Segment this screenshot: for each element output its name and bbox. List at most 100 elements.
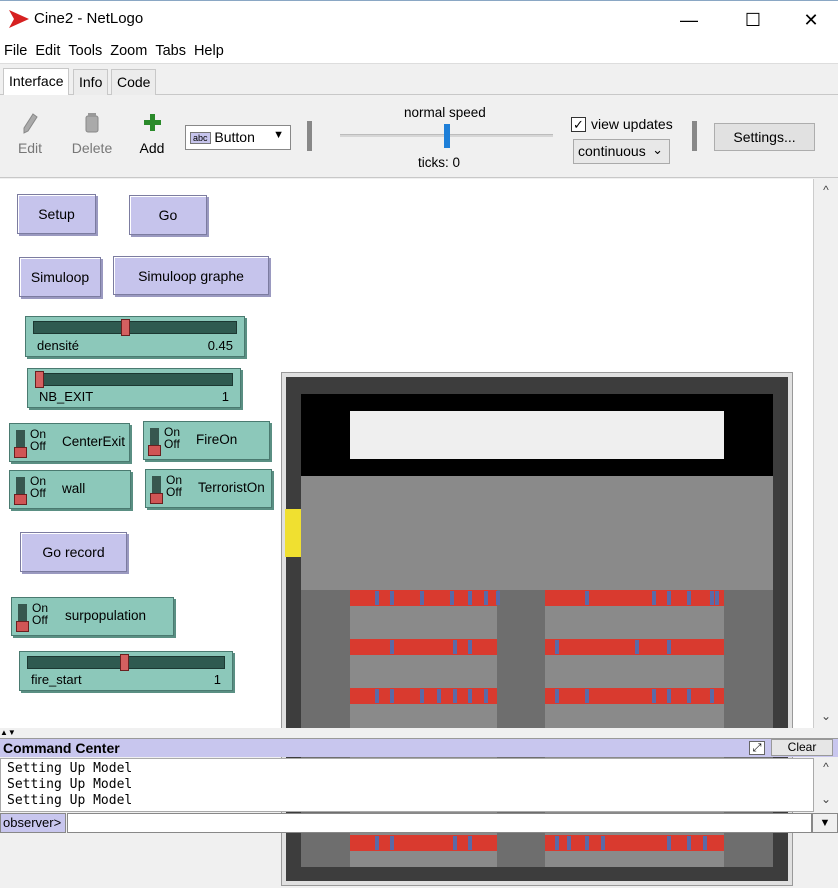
person-agent — [667, 689, 671, 703]
edit-label: Edit — [17, 140, 43, 156]
title-bar: Cine2 - NetLogo — ☐ ✕ — [0, 0, 838, 38]
edit-tool[interactable]: Edit — [7, 112, 53, 156]
command-input[interactable] — [67, 813, 812, 833]
menu-bar: File Edit Tools Zoom Tabs Help — [0, 38, 838, 64]
exit-door — [285, 509, 301, 557]
person-agent — [710, 591, 714, 605]
person-agent — [667, 640, 671, 654]
switch-handle[interactable] — [16, 621, 29, 632]
switch-name: TerroristOn — [198, 480, 265, 495]
delete-tool[interactable]: Delete — [69, 112, 115, 156]
switch-handle[interactable] — [14, 447, 27, 458]
clear-button[interactable]: Clear — [771, 739, 833, 756]
command-center-header: Command Center ⤢ Clear — [0, 738, 838, 757]
tab-code[interactable]: Code — [111, 69, 157, 95]
scroll-down-icon[interactable]: ⌄ — [814, 792, 838, 806]
settings-button[interactable]: Settings... — [714, 123, 815, 151]
person-agent — [567, 836, 571, 850]
switch-name: surpopulation — [65, 608, 147, 623]
window-title: Cine2 - NetLogo — [34, 10, 144, 27]
simuloop-button[interactable]: Simuloop — [19, 257, 101, 297]
scroll-down-icon[interactable]: ⌄ — [814, 709, 838, 723]
person-agent — [585, 689, 589, 703]
speed-label: normal speed — [404, 105, 486, 120]
surpopulation-switch[interactable]: On Off surpopulation — [11, 597, 174, 636]
switch-handle[interactable] — [150, 493, 163, 504]
fire-on-switch[interactable]: On Off FireOn — [143, 421, 270, 460]
nb-exit-slider[interactable]: NB_EXIT 1 — [27, 368, 241, 408]
go-button[interactable]: Go — [129, 195, 207, 235]
tab-strip: Interface Info Code — [0, 64, 838, 95]
menu-zoom[interactable]: Zoom — [106, 38, 151, 59]
output-line: Setting Up Model — [7, 793, 133, 808]
person-agent — [468, 640, 472, 654]
switch-name: CenterExit — [62, 434, 126, 449]
switch-off-label: Off — [166, 485, 182, 499]
interface-scrollbar[interactable]: ^ ⌄ — [814, 179, 838, 728]
add-tool[interactable]: Add — [129, 112, 175, 156]
netlogo-logo-icon — [9, 10, 29, 31]
update-mode-value: continuous — [578, 143, 646, 159]
person-agent — [710, 689, 714, 703]
center-exit-switch[interactable]: On Off CenterExit — [9, 423, 130, 462]
minimize-button[interactable]: — — [666, 1, 712, 39]
chevron-down-icon[interactable]: ▼ — [812, 813, 838, 833]
widget-type-select[interactable]: abc Button ▼ — [185, 125, 291, 150]
view-updates-checkbox[interactable]: ✓ — [571, 117, 586, 132]
person-agent — [667, 836, 671, 850]
slider-knob[interactable] — [120, 319, 130, 336]
expand-icon[interactable]: ⤢ — [749, 741, 765, 755]
update-mode-select[interactable]: continuous ⌄ — [573, 139, 670, 164]
setup-button[interactable]: Setup — [17, 194, 96, 234]
person-agent — [585, 591, 589, 605]
tab-info[interactable]: Info — [73, 69, 109, 95]
person-agent — [375, 836, 379, 850]
seat-row — [545, 688, 724, 704]
slider-name: densité — [37, 338, 79, 353]
densite-slider[interactable]: densité 0.45 — [25, 316, 245, 357]
switch-off-label: Off — [30, 486, 46, 500]
close-button[interactable]: ✕ — [788, 1, 834, 39]
switch-name: FireOn — [196, 432, 238, 447]
person-agent — [635, 640, 639, 654]
person-agent — [468, 689, 472, 703]
slider-track — [35, 373, 233, 386]
chevron-down-icon: ⌄ — [652, 142, 663, 157]
seat-row — [545, 639, 724, 655]
person-agent — [390, 591, 394, 605]
speed-slider-thumb[interactable] — [443, 124, 450, 148]
output-scrollbar[interactable]: ^ ⌄ — [814, 758, 838, 812]
slider-knob[interactable] — [35, 371, 44, 388]
person-agent — [453, 836, 457, 850]
toolbar: Edit Delete Add abc Button ▼ normal spee… — [0, 96, 838, 178]
fire-start-slider[interactable]: fire_start 1 — [19, 651, 233, 691]
person-agent — [468, 836, 472, 850]
wall-switch[interactable]: On Off wall — [9, 470, 131, 509]
go-record-button[interactable]: Go record — [20, 532, 127, 572]
menu-help[interactable]: Help — [190, 38, 228, 59]
chevron-down-icon: ▼ — [273, 129, 284, 141]
slider-knob[interactable] — [119, 654, 129, 671]
observer-prompt[interactable]: observer> — [0, 813, 66, 833]
menu-file[interactable]: File — [0, 38, 31, 59]
simuloop-graphe-button[interactable]: Simuloop graphe — [113, 256, 269, 295]
person-agent — [390, 640, 394, 654]
maximize-button[interactable]: ☐ — [730, 1, 776, 39]
menu-tools[interactable]: Tools — [64, 38, 106, 59]
menu-edit[interactable]: Edit — [31, 38, 64, 59]
terrorist-on-switch[interactable]: On Off TerroristOn — [145, 469, 272, 508]
switch-handle[interactable] — [14, 494, 27, 505]
slider-value: 0.45 — [207, 338, 233, 353]
trash-icon — [85, 113, 99, 133]
pencil-icon — [23, 113, 38, 134]
person-agent — [496, 591, 500, 605]
split-divider[interactable]: ▲▼ — [0, 728, 838, 738]
slider-track — [33, 321, 237, 334]
tab-interface[interactable]: Interface — [3, 68, 70, 95]
scroll-up-icon[interactable]: ^ — [814, 183, 838, 197]
menu-tabs[interactable]: Tabs — [151, 38, 190, 59]
scroll-up-icon[interactable]: ^ — [814, 760, 838, 774]
person-agent — [601, 836, 605, 850]
person-agent — [687, 836, 691, 850]
switch-handle[interactable] — [148, 445, 161, 456]
